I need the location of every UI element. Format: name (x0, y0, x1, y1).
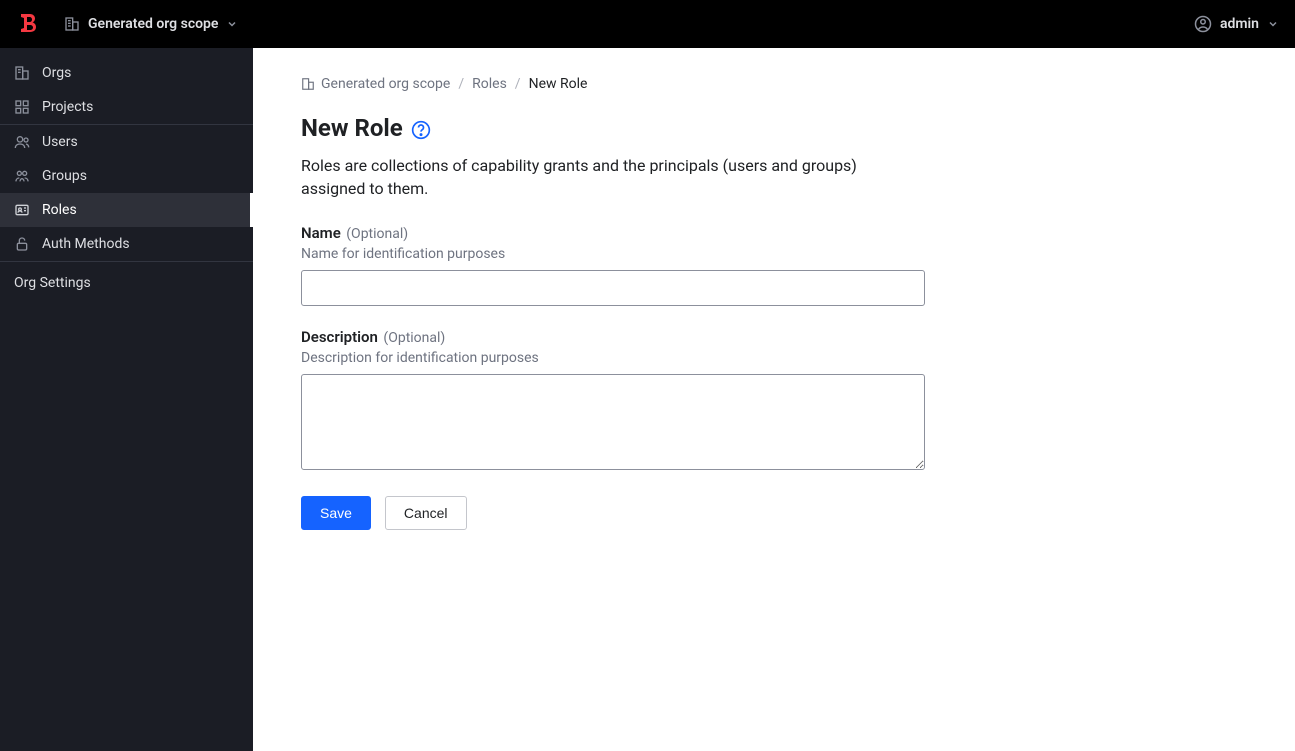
app-logo[interactable] (16, 12, 40, 36)
user-label: admin (1220, 16, 1259, 32)
sidebar-item-label: Users (42, 134, 78, 150)
lock-icon (14, 236, 30, 252)
breadcrumb-roles[interactable]: Roles (472, 76, 507, 92)
breadcrumb: Generated org scope / Roles / New Role (301, 76, 1247, 92)
sidebar-item-label: Auth Methods (42, 236, 130, 252)
users-icon (14, 134, 30, 150)
scope-switcher[interactable]: Generated org scope (64, 16, 238, 32)
name-label: Name (301, 224, 341, 242)
sidebar-item-users[interactable]: Users (0, 125, 253, 159)
button-row: Save Cancel (301, 496, 1247, 530)
name-help: Name for identification purposes (301, 246, 925, 262)
sidebar-item-roles[interactable]: Roles (0, 193, 253, 227)
description-textarea[interactable] (301, 374, 925, 470)
breadcrumb-current: New Role (529, 76, 588, 92)
description-label: Description (301, 328, 378, 346)
grid-icon (14, 99, 30, 115)
sidebar-item-label: Roles (42, 202, 77, 218)
groups-icon (14, 168, 30, 184)
scope-label: Generated org scope (88, 16, 218, 32)
main-content: Generated org scope / Roles / New Role N… (253, 48, 1295, 751)
topbar: Generated org scope admin (0, 0, 1295, 48)
cancel-button[interactable]: Cancel (385, 496, 467, 530)
page-description: Roles are collections of capability gran… (301, 154, 921, 200)
sidebar-item-auth-methods[interactable]: Auth Methods (0, 227, 253, 261)
sidebar-item-orgs[interactable]: Orgs (0, 56, 253, 90)
sidebar-item-projects[interactable]: Projects (0, 90, 253, 124)
sidebar: Orgs Projects Users Groups (0, 48, 253, 751)
breadcrumb-separator: / (458, 76, 464, 92)
breadcrumb-scope[interactable]: Generated org scope (301, 76, 450, 92)
sidebar-item-label: Groups (42, 168, 87, 184)
sidebar-item-label: Projects (42, 99, 93, 115)
form-group-name: Name (Optional) Name for identification … (301, 224, 925, 306)
sidebar-item-org-settings[interactable]: Org Settings (0, 262, 253, 304)
chevron-down-icon (1267, 18, 1279, 30)
id-card-icon (14, 202, 30, 218)
user-menu[interactable]: admin (1194, 15, 1279, 33)
description-help: Description for identification purposes (301, 350, 925, 366)
page-title: New Role (301, 114, 1247, 142)
breadcrumb-separator: / (515, 76, 521, 92)
name-input[interactable] (301, 270, 925, 306)
help-icon[interactable] (411, 118, 431, 138)
sidebar-item-label: Orgs (42, 65, 71, 81)
org-icon (301, 77, 315, 91)
org-icon (64, 16, 80, 32)
org-icon (14, 65, 30, 81)
sidebar-item-groups[interactable]: Groups (0, 159, 253, 193)
sidebar-item-label: Org Settings (14, 275, 91, 291)
save-button[interactable]: Save (301, 496, 371, 530)
user-circle-icon (1194, 15, 1212, 33)
form-group-description: Description (Optional) Description for i… (301, 328, 925, 474)
chevron-down-icon (226, 18, 238, 30)
description-optional: (Optional) (383, 330, 445, 346)
name-optional: (Optional) (346, 226, 408, 242)
